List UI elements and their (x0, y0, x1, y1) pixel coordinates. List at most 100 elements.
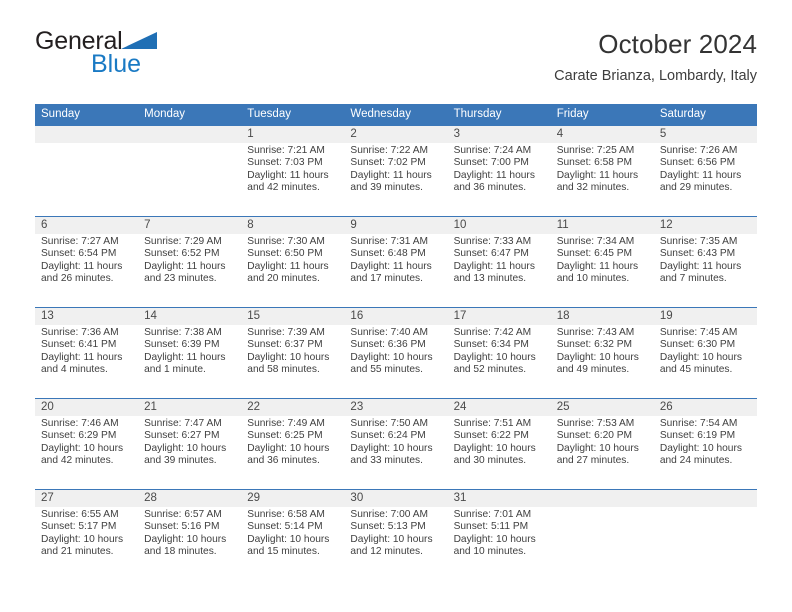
week-row: 13 Sunrise: 7:36 AM Sunset: 6:41 PM Dayl… (35, 307, 757, 398)
daylight-text-line1: Daylight: 11 hours (350, 260, 432, 272)
day-cell[interactable]: 15 Sunrise: 7:39 AM Sunset: 6:37 PM Dayl… (241, 308, 344, 398)
day-cell[interactable]: 26 Sunrise: 7:54 AM Sunset: 6:19 PM Dayl… (654, 399, 757, 489)
day-cell[interactable]: 2 Sunrise: 7:22 AM Sunset: 7:02 PM Dayli… (344, 126, 447, 216)
sunrise-text: Sunrise: 7:47 AM (144, 418, 222, 429)
day-cell[interactable]: 24 Sunrise: 7:51 AM Sunset: 6:22 PM Dayl… (448, 399, 551, 489)
day-cell[interactable]: 7 Sunrise: 7:29 AM Sunset: 6:52 PM Dayli… (138, 217, 241, 307)
daylight-text-line2: and 39 minutes. (144, 455, 217, 467)
sunrise-text: Sunrise: 6:57 AM (144, 509, 222, 520)
daylight-text-line1: Daylight: 11 hours (556, 260, 639, 272)
day-cell[interactable]: 11 Sunrise: 7:34 AM Sunset: 6:45 PM Dayl… (551, 217, 654, 307)
day-cell[interactable] (35, 126, 138, 216)
daylight-text-line2: and 58 minutes. (247, 364, 320, 376)
week-row: 27 Sunrise: 6:55 AM Sunset: 5:17 PM Dayl… (35, 489, 757, 580)
sunset-text: Sunset: 6:25 PM (247, 430, 323, 442)
day-cell[interactable]: 16 Sunrise: 7:40 AM Sunset: 6:36 PM Dayl… (344, 308, 447, 398)
day-details: Sunrise: 7:31 AM Sunset: 6:48 PM Dayligh… (350, 236, 444, 286)
sunrise-text: Sunrise: 7:53 AM (556, 418, 635, 429)
day-cell[interactable] (138, 126, 241, 216)
day-details: Sunrise: 7:35 AM Sunset: 6:43 PM Dayligh… (660, 236, 754, 286)
sunrise-text: Sunrise: 7:21 AM (247, 145, 325, 156)
day-details: Sunrise: 7:29 AM Sunset: 6:52 PM Dayligh… (144, 236, 238, 286)
day-cell[interactable]: 14 Sunrise: 7:38 AM Sunset: 6:39 PM Dayl… (138, 308, 241, 398)
sunrise-text: Sunrise: 7:45 AM (659, 327, 738, 338)
page-header: General Blue October 2024 Carate Brianza… (35, 28, 757, 96)
day-cell[interactable] (654, 490, 757, 580)
day-cell[interactable]: 31 Sunrise: 7:01 AM Sunset: 5:11 PM Dayl… (448, 490, 551, 580)
day-cell[interactable]: 12 Sunrise: 7:35 AM Sunset: 6:43 PM Dayl… (654, 217, 757, 307)
day-cell[interactable]: 10 Sunrise: 7:33 AM Sunset: 6:47 PM Dayl… (448, 217, 551, 307)
day-cell[interactable]: 25 Sunrise: 7:53 AM Sunset: 6:20 PM Dayl… (551, 399, 654, 489)
day-number: 15 (247, 310, 261, 322)
day-number: 11 (556, 219, 569, 231)
day-cell[interactable]: 20 Sunrise: 7:46 AM Sunset: 6:29 PM Dayl… (35, 399, 138, 489)
daylight-text-line1: Daylight: 10 hours (556, 351, 639, 363)
daylight-text-line1: Daylight: 11 hours (556, 169, 639, 181)
weekday-header-thursday: Thursday (453, 108, 502, 120)
day-cell[interactable]: 6 Sunrise: 7:27 AM Sunset: 6:54 PM Dayli… (35, 217, 138, 307)
day-cell[interactable]: 8 Sunrise: 7:30 AM Sunset: 6:50 PM Dayli… (241, 217, 344, 307)
sunrise-text: Sunrise: 7:00 AM (350, 509, 429, 520)
day-details: Sunrise: 7:22 AM Sunset: 7:02 PM Dayligh… (350, 145, 444, 195)
day-cell[interactable]: 1 Sunrise: 7:21 AM Sunset: 7:03 PM Dayli… (241, 126, 344, 216)
day-cell[interactable]: 4 Sunrise: 7:25 AM Sunset: 6:58 PM Dayli… (551, 126, 654, 216)
sunrise-text: Sunrise: 7:01 AM (453, 509, 532, 520)
page-title: October 2024 (598, 29, 757, 59)
daylight-text-line2: and 27 minutes. (556, 455, 630, 467)
day-details: Sunrise: 7:45 AM Sunset: 6:30 PM Dayligh… (660, 327, 754, 377)
weekday-header-sunday: Sunday (41, 108, 81, 120)
brand-name-general: General (35, 27, 123, 55)
sunrise-text: Sunrise: 7:54 AM (659, 418, 738, 429)
day-details: Sunrise: 7:39 AM Sunset: 6:37 PM Dayligh… (247, 327, 341, 377)
daylight-text-line1: Daylight: 10 hours (247, 442, 330, 454)
day-details: Sunrise: 7:54 AM Sunset: 6:19 PM Dayligh… (660, 418, 754, 468)
sunrise-text: Sunrise: 7:35 AM (659, 236, 738, 247)
day-cell[interactable]: 29 Sunrise: 6:58 AM Sunset: 5:14 PM Dayl… (241, 490, 344, 580)
daylight-text-line2: and 7 minutes. (659, 273, 727, 285)
day-number: 9 (350, 219, 357, 231)
week-row: 20 Sunrise: 7:46 AM Sunset: 6:29 PM Dayl… (35, 398, 757, 489)
day-number: 5 (659, 128, 667, 140)
sunset-text: Sunset: 6:37 PM (247, 339, 323, 351)
daylight-text-line2: and 18 minutes. (144, 546, 217, 558)
sunset-text: Sunset: 6:32 PM (556, 339, 633, 351)
sunset-text: Sunset: 6:47 PM (453, 248, 529, 260)
daylight-text-line2: and 45 minutes. (659, 364, 733, 376)
day-cell[interactable]: 13 Sunrise: 7:36 AM Sunset: 6:41 PM Dayl… (35, 308, 138, 398)
day-cell[interactable]: 9 Sunrise: 7:31 AM Sunset: 6:48 PM Dayli… (344, 217, 447, 307)
day-cell[interactable]: 21 Sunrise: 7:47 AM Sunset: 6:27 PM Dayl… (138, 399, 241, 489)
daylight-text-line1: Daylight: 10 hours (659, 442, 742, 454)
daylight-text-line1: Daylight: 10 hours (453, 533, 536, 545)
day-details: Sunrise: 7:00 AM Sunset: 5:13 PM Dayligh… (350, 509, 444, 559)
day-details: Sunrise: 7:27 AM Sunset: 6:54 PM Dayligh… (41, 236, 135, 286)
day-cell[interactable]: 3 Sunrise: 7:24 AM Sunset: 7:00 PM Dayli… (448, 126, 551, 216)
day-cell[interactable]: 18 Sunrise: 7:43 AM Sunset: 6:32 PM Dayl… (551, 308, 654, 398)
day-cell[interactable]: 19 Sunrise: 7:45 AM Sunset: 6:30 PM Dayl… (654, 308, 757, 398)
sunrise-text: Sunrise: 7:38 AM (144, 327, 222, 338)
daylight-text-line1: Daylight: 10 hours (41, 442, 124, 454)
day-cell[interactable]: 23 Sunrise: 7:50 AM Sunset: 6:24 PM Dayl… (344, 399, 447, 489)
daylight-text-line2: and 23 minutes. (144, 273, 217, 285)
weekday-header-saturday: Saturday (659, 108, 706, 120)
day-cell[interactable]: 30 Sunrise: 7:00 AM Sunset: 5:13 PM Dayl… (344, 490, 447, 580)
sunrise-text: Sunrise: 7:50 AM (350, 418, 429, 429)
day-number: 7 (144, 219, 151, 231)
sunrise-text: Sunrise: 7:33 AM (453, 236, 532, 247)
day-details: Sunrise: 7:01 AM Sunset: 5:11 PM Dayligh… (454, 509, 548, 559)
day-cell[interactable] (551, 490, 654, 580)
day-cell[interactable]: 27 Sunrise: 6:55 AM Sunset: 5:17 PM Dayl… (35, 490, 138, 580)
daylight-text-line1: Daylight: 10 hours (144, 442, 227, 454)
sunrise-text: Sunrise: 7:30 AM (247, 236, 325, 247)
sunset-text: Sunset: 6:30 PM (659, 339, 736, 351)
day-cell[interactable]: 22 Sunrise: 7:49 AM Sunset: 6:25 PM Dayl… (241, 399, 344, 489)
sunset-text: Sunset: 6:45 PM (556, 248, 633, 260)
sunset-text: Sunset: 6:27 PM (144, 430, 220, 442)
day-cell[interactable]: 17 Sunrise: 7:42 AM Sunset: 6:34 PM Dayl… (448, 308, 551, 398)
weekday-header-friday: Friday (556, 108, 589, 120)
day-cell[interactable]: 5 Sunrise: 7:26 AM Sunset: 6:56 PM Dayli… (654, 126, 757, 216)
daylight-text-line1: Daylight: 10 hours (350, 533, 433, 545)
day-number: 29 (247, 492, 261, 504)
sunrise-text: Sunrise: 7:25 AM (556, 145, 635, 156)
day-details: Sunrise: 7:25 AM Sunset: 6:58 PM Dayligh… (557, 145, 651, 195)
day-cell[interactable]: 28 Sunrise: 6:57 AM Sunset: 5:16 PM Dayl… (138, 490, 241, 580)
